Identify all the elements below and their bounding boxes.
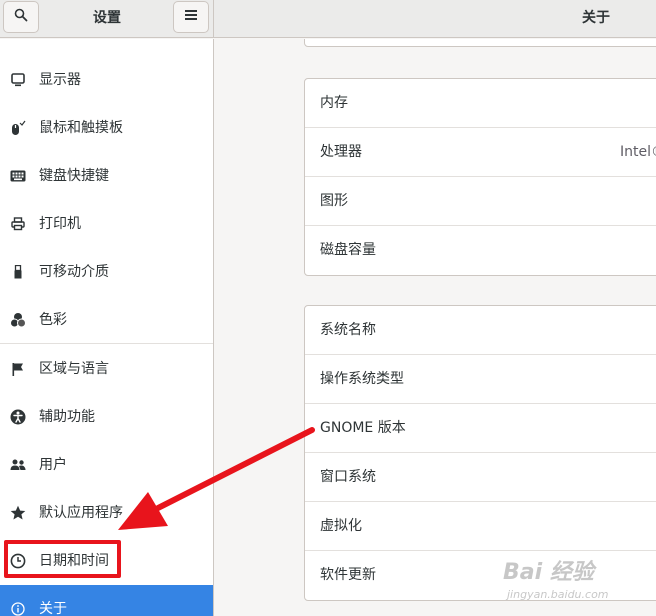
watermark-subtext: jingyan.baidu.com xyxy=(507,588,609,601)
usb-drive-icon xyxy=(10,264,26,280)
info-row-os-name: 系统名称 xyxy=(305,306,656,355)
info-row-disk-capacity: 磁盘容量 xyxy=(305,226,656,275)
sidebar-item-label: 鼠标和触摸板 xyxy=(39,120,123,136)
baidu-watermark: Bai 经验 jingyan.baidu.com xyxy=(503,552,653,614)
row-label: 虚拟化 xyxy=(320,518,362,534)
sidebar-item-label: 用户 xyxy=(39,457,67,473)
sidebar-item-mouse[interactable]: 鼠标和触摸板 xyxy=(0,104,213,152)
about-panel: 内存 处理器 Intel® 图形 磁盘容量 系统名称 操作系统类型 GNOME … xyxy=(215,39,656,616)
header-left: 设置 xyxy=(0,0,214,38)
sidebar-item-removable-media[interactable]: 可移动介质 xyxy=(0,248,213,296)
sidebar-item-about[interactable]: 关于 xyxy=(0,585,213,616)
annotation-highlight-box xyxy=(4,540,121,578)
hardware-card: 内存 处理器 Intel® 图形 磁盘容量 xyxy=(304,78,656,276)
sidebar-item-label: 色彩 xyxy=(39,312,67,328)
row-value: Intel® xyxy=(620,144,656,160)
row-label: 磁盘容量 xyxy=(320,242,376,258)
sidebar-item-color[interactable]: 色彩 xyxy=(0,296,213,344)
sidebar-item-keyboard[interactable]: 键盘快捷键 xyxy=(0,152,213,200)
row-label: 窗口系统 xyxy=(320,469,376,485)
info-row-processor: 处理器 Intel® xyxy=(305,128,656,177)
row-label: 系统名称 xyxy=(320,322,376,338)
header-bar: 设置 关于 xyxy=(0,0,656,38)
users-icon xyxy=(10,457,26,473)
sidebar-item-label: 关于 xyxy=(39,601,67,616)
sidebar-separator xyxy=(0,343,213,344)
info-row-gnome-version: GNOME 版本 xyxy=(305,404,656,453)
sidebar-item-label: 打印机 xyxy=(39,216,81,232)
sidebar-item-label: 区域与语言 xyxy=(39,361,109,377)
mouse-icon xyxy=(10,120,26,136)
sidebar-item-label: 可移动介质 xyxy=(39,264,109,280)
sidebar-item-default-apps[interactable]: 默认应用程序 xyxy=(0,489,213,537)
row-label: 内存 xyxy=(320,95,348,111)
sidebar-item-accessibility[interactable]: 辅助功能 xyxy=(0,393,213,441)
display-icon xyxy=(10,72,26,88)
hamburger-menu-icon xyxy=(184,9,198,25)
header-right-title: 关于 xyxy=(582,10,610,26)
sidebar-item-printer[interactable]: 打印机 xyxy=(0,200,213,248)
row-label: 软件更新 xyxy=(320,567,376,583)
sidebar-item-label: 辅助功能 xyxy=(39,409,95,425)
sidebar-item-label: 默认应用程序 xyxy=(39,505,123,521)
sidebar-item-users[interactable]: 用户 xyxy=(0,441,213,489)
row-label: 处理器 xyxy=(320,144,362,160)
info-row-memory: 内存 xyxy=(305,79,656,128)
row-label: 图形 xyxy=(320,193,348,209)
info-row-windowing-system: 窗口系统 xyxy=(305,453,656,502)
sidebar-item-label: 键盘快捷键 xyxy=(39,168,109,184)
info-icon xyxy=(10,601,26,616)
sidebar-item-label: 显示器 xyxy=(39,72,81,88)
info-row-graphics: 图形 xyxy=(305,177,656,226)
star-icon xyxy=(10,505,26,521)
sidebar-item-region-language[interactable]: 区域与语言 xyxy=(0,345,213,393)
accessibility-icon xyxy=(10,409,26,425)
menu-button[interactable] xyxy=(173,1,209,33)
keyboard-icon xyxy=(10,168,26,184)
info-row-os-type: 操作系统类型 xyxy=(305,355,656,404)
row-label: 操作系统类型 xyxy=(320,371,404,387)
watermark-text: Bai 经验 xyxy=(503,560,594,585)
info-row-virtualization: 虚拟化 xyxy=(305,502,656,551)
printer-icon xyxy=(10,216,26,232)
search-icon xyxy=(14,8,28,26)
top-card-partial xyxy=(304,39,656,47)
flag-icon xyxy=(10,361,26,377)
color-icon xyxy=(10,312,26,328)
search-button[interactable] xyxy=(3,1,39,33)
row-label: GNOME 版本 xyxy=(320,420,406,436)
sidebar-item-display[interactable]: 显示器 xyxy=(0,56,213,104)
sidebar: 显示器 鼠标和触摸板 键盘快捷键 打印机 可移动介质 色彩 区域与语言 辅助功能… xyxy=(0,39,214,616)
